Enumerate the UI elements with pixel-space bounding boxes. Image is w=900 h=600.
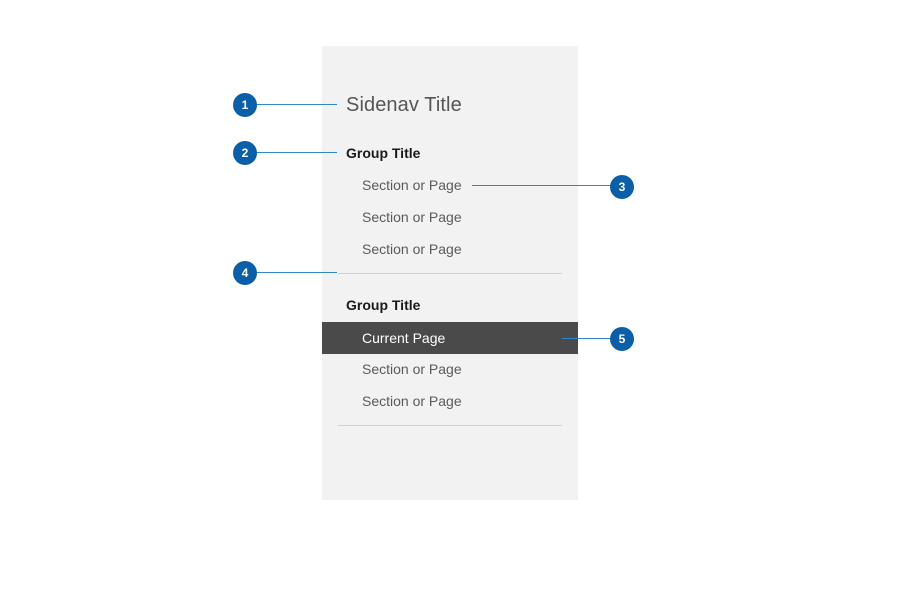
nav-item-current-page[interactable]: Current Page	[322, 322, 578, 354]
callout-badge-2: 2	[233, 141, 257, 165]
sidenav-title: Sidenav Title	[346, 94, 462, 116]
group-title: Group Title	[346, 145, 421, 161]
nav-item-section[interactable]: Section or Page	[322, 385, 578, 417]
callout-badge-5: 5	[610, 327, 634, 351]
callout-badge-3: 3	[610, 175, 634, 199]
callout-line	[472, 185, 622, 186]
callout-badge-1: 1	[233, 93, 257, 117]
group-divider	[338, 425, 562, 426]
callout-badge-4: 4	[233, 261, 257, 285]
callout-line	[245, 152, 337, 153]
sidenav: Sidenav Title Group Title Section or Pag…	[322, 46, 578, 500]
group-divider	[338, 273, 562, 274]
nav-item-section[interactable]: Section or Page	[322, 233, 578, 265]
nav-item-section[interactable]: Section or Page	[322, 201, 578, 233]
group-title: Group Title	[346, 297, 421, 313]
callout-line	[245, 272, 337, 273]
nav-item-section[interactable]: Section or Page	[322, 353, 578, 385]
callout-line	[245, 104, 337, 105]
